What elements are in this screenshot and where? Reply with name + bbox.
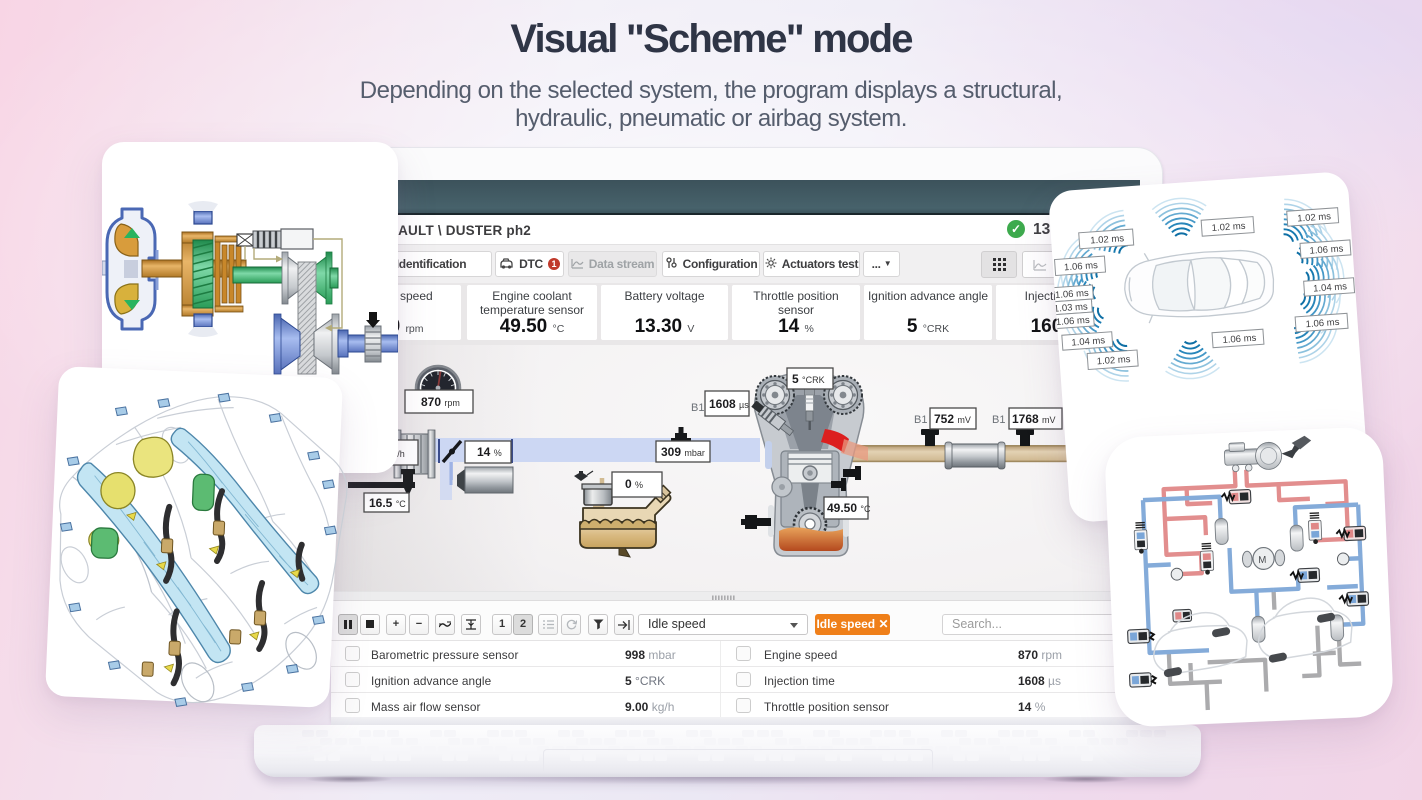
svg-text:B1: B1 (914, 414, 927, 426)
svg-text:1768 mV: 1768 mV (1012, 412, 1056, 426)
svg-text:1608 µs: 1608 µs (709, 397, 749, 411)
svg-text:49.50 °C: 49.50 °C (827, 501, 871, 515)
svg-text:14 %: 14 % (477, 445, 502, 459)
svg-text:309 mbar: 309 mbar (661, 445, 705, 459)
svg-text:0 %: 0 % (625, 477, 643, 491)
svg-text:16.5 °C: 16.5 °C (369, 496, 406, 510)
svg-text:M: M (1258, 555, 1266, 567)
svg-text:5 °CRK: 5 °CRK (792, 372, 825, 386)
svg-text:B1: B1 (992, 414, 1005, 426)
svg-text:870 rpm: 870 rpm (421, 395, 460, 409)
svg-text:B1: B1 (691, 402, 704, 414)
svg-text:752 mV: 752 mV (934, 412, 971, 426)
